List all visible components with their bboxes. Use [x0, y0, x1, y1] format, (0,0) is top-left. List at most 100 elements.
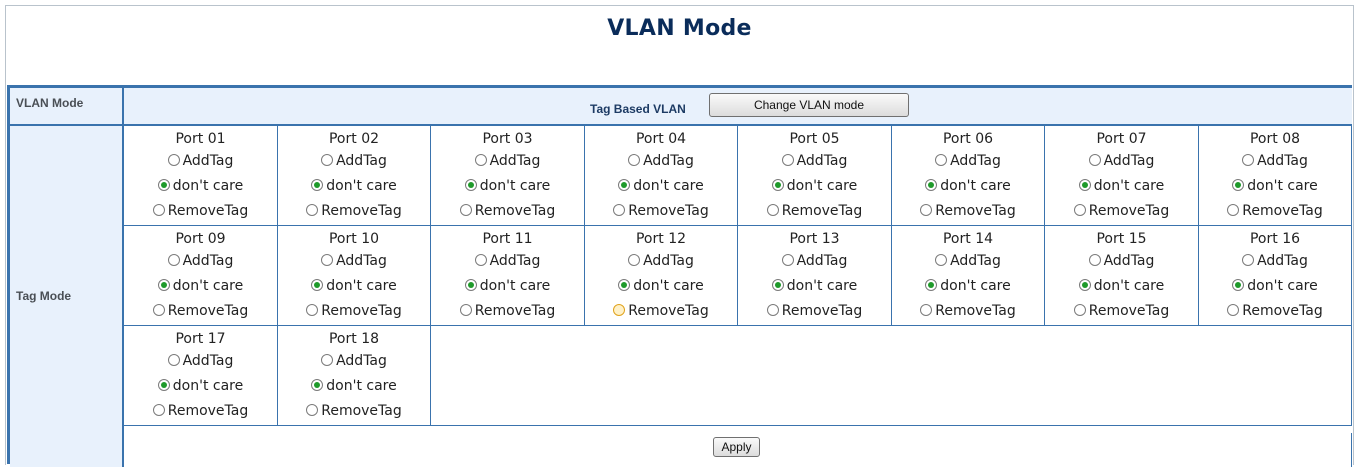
radio-add[interactable]: [474, 254, 487, 266]
radio-dontcare[interactable]: [311, 179, 324, 191]
tag-option-add[interactable]: AddTag: [585, 249, 737, 274]
radio-add[interactable]: [474, 154, 487, 166]
tag-option-add[interactable]: AddTag: [124, 349, 277, 374]
tag-option-add[interactable]: AddTag: [1199, 149, 1351, 174]
radio-dontcare[interactable]: [157, 379, 170, 391]
radio-remove[interactable]: [306, 204, 319, 216]
tag-option-remove[interactable]: RemoveTag: [585, 299, 737, 324]
apply-button[interactable]: Apply: [713, 437, 760, 457]
radio-remove[interactable]: [152, 304, 165, 316]
tag-option-add[interactable]: AddTag: [278, 249, 430, 274]
radio-remove[interactable]: [1073, 204, 1086, 216]
tag-option-remove[interactable]: RemoveTag: [278, 199, 430, 224]
tag-option-dontcare[interactable]: don't care: [892, 274, 1044, 299]
radio-dontcare[interactable]: [771, 279, 784, 291]
radio-add[interactable]: [628, 254, 641, 266]
radio-remove[interactable]: [1227, 304, 1240, 316]
radio-dontcare[interactable]: [157, 279, 170, 291]
radio-add[interactable]: [167, 154, 180, 166]
radio-add[interactable]: [321, 354, 334, 366]
tag-option-dontcare[interactable]: don't care: [585, 174, 737, 199]
radio-remove[interactable]: [613, 204, 626, 216]
tag-option-add[interactable]: AddTag: [1199, 249, 1351, 274]
radio-dontcare[interactable]: [311, 279, 324, 291]
radio-dontcare[interactable]: [618, 279, 631, 291]
tag-option-add[interactable]: AddTag: [278, 149, 430, 174]
radio-remove[interactable]: [306, 304, 319, 316]
radio-add[interactable]: [1242, 154, 1255, 166]
radio-dontcare[interactable]: [464, 179, 477, 191]
radio-dontcare[interactable]: [311, 379, 324, 391]
tag-option-add[interactable]: AddTag: [124, 249, 277, 274]
tag-option-add[interactable]: AddTag: [278, 349, 430, 374]
tag-option-dontcare[interactable]: don't care: [278, 274, 430, 299]
radio-add[interactable]: [1242, 254, 1255, 266]
tag-option-add[interactable]: AddTag: [431, 249, 584, 274]
tag-option-dontcare[interactable]: don't care: [431, 174, 584, 199]
radio-dontcare[interactable]: [464, 279, 477, 291]
tag-option-dontcare[interactable]: don't care: [278, 174, 430, 199]
tag-option-dontcare[interactable]: don't care: [738, 174, 891, 199]
tag-option-remove[interactable]: RemoveTag: [585, 199, 737, 224]
radio-remove[interactable]: [1227, 204, 1240, 216]
tag-option-remove[interactable]: RemoveTag: [738, 199, 891, 224]
tag-option-remove[interactable]: RemoveTag: [1199, 299, 1351, 324]
tag-option-dontcare[interactable]: don't care: [278, 374, 430, 399]
radio-remove[interactable]: [920, 204, 933, 216]
tag-option-add[interactable]: AddTag: [1045, 149, 1198, 174]
tag-option-remove[interactable]: RemoveTag: [738, 299, 891, 324]
radio-dontcare[interactable]: [925, 179, 938, 191]
radio-dontcare[interactable]: [1232, 179, 1245, 191]
tag-option-dontcare[interactable]: don't care: [124, 374, 277, 399]
tag-option-remove[interactable]: RemoveTag: [1045, 199, 1198, 224]
tag-option-remove[interactable]: RemoveTag: [431, 199, 584, 224]
tag-option-dontcare[interactable]: don't care: [892, 174, 1044, 199]
radio-remove[interactable]: [920, 304, 933, 316]
radio-add[interactable]: [628, 154, 641, 166]
tag-option-add[interactable]: AddTag: [1045, 249, 1198, 274]
radio-remove[interactable]: [766, 304, 779, 316]
tag-option-dontcare[interactable]: don't care: [124, 274, 277, 299]
radio-dontcare[interactable]: [925, 279, 938, 291]
radio-add[interactable]: [781, 154, 794, 166]
tag-option-remove[interactable]: RemoveTag: [892, 199, 1044, 224]
tag-option-add[interactable]: AddTag: [892, 149, 1044, 174]
radio-add[interactable]: [321, 154, 334, 166]
tag-option-add[interactable]: AddTag: [431, 149, 584, 174]
tag-option-remove[interactable]: RemoveTag: [278, 399, 430, 424]
radio-dontcare[interactable]: [1078, 179, 1091, 191]
tag-option-dontcare[interactable]: don't care: [124, 174, 277, 199]
radio-add[interactable]: [1088, 154, 1101, 166]
radio-remove[interactable]: [306, 404, 319, 416]
radio-remove[interactable]: [152, 404, 165, 416]
tag-option-remove[interactable]: RemoveTag: [1045, 299, 1198, 324]
tag-option-add[interactable]: AddTag: [892, 249, 1044, 274]
radio-remove[interactable]: [459, 204, 472, 216]
tag-option-remove[interactable]: RemoveTag: [124, 399, 277, 424]
radio-add[interactable]: [1088, 254, 1101, 266]
tag-option-add[interactable]: AddTag: [124, 149, 277, 174]
change-vlan-mode-button[interactable]: Change VLAN mode: [709, 93, 909, 117]
tag-option-remove[interactable]: RemoveTag: [1199, 199, 1351, 224]
tag-option-remove[interactable]: RemoveTag: [124, 199, 277, 224]
tag-option-remove[interactable]: RemoveTag: [431, 299, 584, 324]
radio-remove[interactable]: [152, 204, 165, 216]
tag-option-dontcare[interactable]: don't care: [1045, 274, 1198, 299]
radio-add[interactable]: [935, 154, 948, 166]
radio-add[interactable]: [321, 254, 334, 266]
radio-dontcare[interactable]: [618, 179, 631, 191]
tag-option-dontcare[interactable]: don't care: [1045, 174, 1198, 199]
radio-add[interactable]: [781, 254, 794, 266]
radio-dontcare[interactable]: [771, 179, 784, 191]
radio-remove[interactable]: [613, 304, 626, 316]
radio-dontcare[interactable]: [1078, 279, 1091, 291]
radio-remove[interactable]: [766, 204, 779, 216]
tag-option-dontcare[interactable]: don't care: [1199, 274, 1351, 299]
tag-option-dontcare[interactable]: don't care: [738, 274, 891, 299]
radio-remove[interactable]: [1073, 304, 1086, 316]
radio-add[interactable]: [167, 254, 180, 266]
tag-option-add[interactable]: AddTag: [585, 149, 737, 174]
tag-option-add[interactable]: AddTag: [738, 249, 891, 274]
tag-option-add[interactable]: AddTag: [738, 149, 891, 174]
tag-option-dontcare[interactable]: don't care: [431, 274, 584, 299]
